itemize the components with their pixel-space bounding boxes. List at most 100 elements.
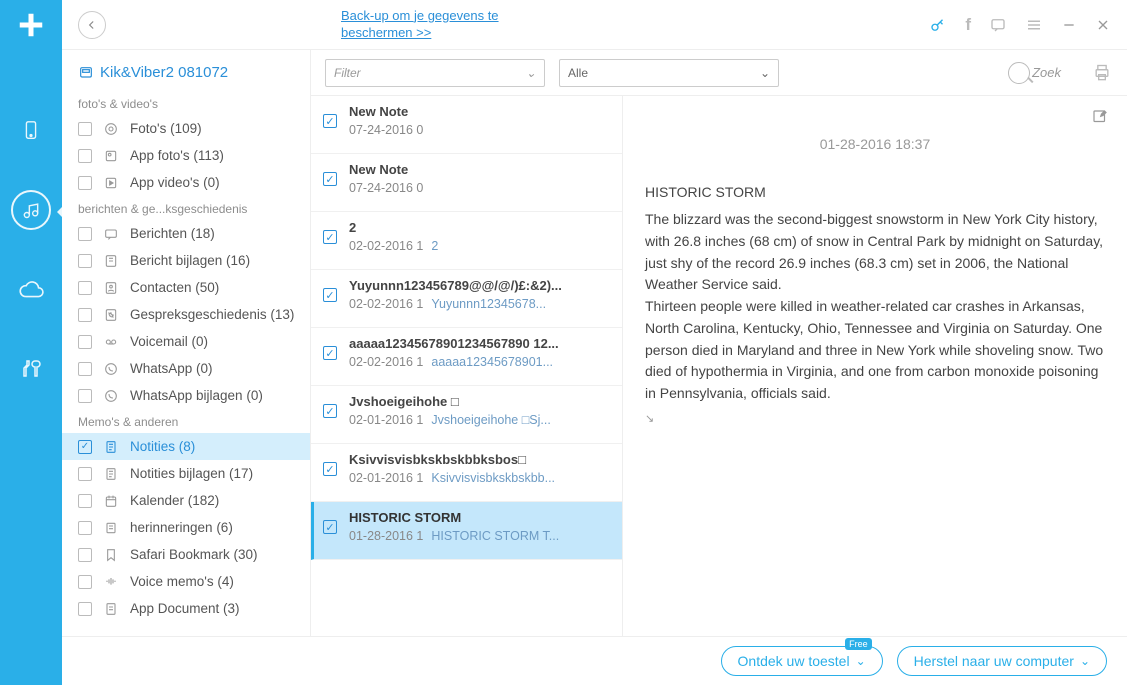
chevron-down-icon: ⌄ — [1080, 654, 1090, 668]
checkbox[interactable] — [78, 254, 92, 268]
sidebar-item[interactable]: herinneringen (6) — [62, 514, 310, 541]
checkbox[interactable]: ✓ — [78, 440, 92, 454]
note-row[interactable]: ✓Yuyunnn123456789@@/@/)£:&2)...02-02-201… — [311, 270, 622, 328]
search-input[interactable]: Zoek — [1008, 62, 1061, 84]
sidebar-item-label: Gespreksgeschiedenis (13) — [130, 307, 294, 322]
note-meta: 02-02-2016 12 — [349, 239, 614, 253]
rail-tools-icon[interactable] — [11, 350, 51, 390]
search-icon — [1008, 62, 1030, 84]
note-row[interactable]: ✓New Note07-24-2016 0 — [311, 154, 622, 212]
backup-link[interactable]: Back-up om je gegevens te beschermen >> — [341, 8, 511, 42]
checkbox[interactable] — [78, 149, 92, 163]
checkbox[interactable]: ✓ — [323, 288, 337, 302]
note-title: New Note — [349, 162, 614, 177]
sidebar-item[interactable]: Gespreksgeschiedenis (13) — [62, 301, 310, 328]
feedback-icon[interactable] — [989, 16, 1007, 34]
checkbox[interactable] — [78, 308, 92, 322]
sidebar-item[interactable]: Bericht bijlagen (16) — [62, 247, 310, 274]
note-row[interactable]: ✓aaaaa12345678901234567890 12...02-02-20… — [311, 328, 622, 386]
checkbox[interactable] — [78, 281, 92, 295]
checkbox[interactable]: ✓ — [323, 520, 337, 534]
checkbox[interactable] — [78, 575, 92, 589]
checkbox[interactable] — [78, 602, 92, 616]
left-rail — [0, 0, 62, 685]
sidebar-item[interactable]: WhatsApp bijlagen (0) — [62, 382, 310, 409]
sidebar-item[interactable]: Foto's (109) — [62, 115, 310, 142]
sidebar-item[interactable]: Notities bijlagen (17) — [62, 460, 310, 487]
sidebar-group-label: Memo's & anderen — [62, 409, 310, 433]
facebook-icon[interactable]: f — [965, 15, 971, 35]
note-meta: 01-28-2016 1HISTORIC STORM T... — [349, 529, 614, 543]
print-icon[interactable] — [1091, 62, 1113, 84]
note-row[interactable]: ✓Ksivvisvisbkskbskbbksbos□02-01-2016 1Ks… — [311, 444, 622, 502]
minimize-icon[interactable] — [1061, 17, 1077, 33]
checkbox[interactable]: ✓ — [323, 404, 337, 418]
sidebar-item[interactable]: App video's (0) — [62, 169, 310, 196]
sidebar-title: Kik&Viber2 081072 — [62, 60, 310, 91]
rail-music-icon[interactable] — [11, 190, 51, 230]
chevron-down-icon: ⌄ — [526, 66, 536, 80]
voice-icon — [102, 573, 120, 591]
checkbox[interactable]: ✓ — [323, 462, 337, 476]
checkbox[interactable]: ✓ — [323, 172, 337, 186]
footer: Free Ontdek uw toestel ⌄ Herstel naar uw… — [62, 636, 1127, 685]
close-icon[interactable] — [1095, 17, 1111, 33]
notes-list: ✓New Note07-24-2016 0✓New Note07-24-2016… — [311, 96, 623, 636]
checkbox[interactable]: ✓ — [323, 346, 337, 360]
sidebar-item[interactable]: Voice memo's (4) — [62, 568, 310, 595]
sidebar-item[interactable]: Safari Bookmark (30) — [62, 541, 310, 568]
checkbox[interactable] — [78, 122, 92, 136]
note-meta: 07-24-2016 0 — [349, 123, 614, 137]
all-dropdown[interactable]: Alle ⌄ — [559, 59, 779, 87]
checkbox[interactable] — [78, 521, 92, 535]
contact-icon — [102, 279, 120, 297]
note-row[interactable]: ✓New Note07-24-2016 0 — [311, 96, 622, 154]
sidebar-item-label: Berichten (18) — [130, 226, 215, 241]
checkbox[interactable] — [78, 467, 92, 481]
sidebar-item[interactable]: App foto's (113) — [62, 142, 310, 169]
sidebar-item[interactable]: Contacten (50) — [62, 274, 310, 301]
sidebar-item[interactable]: Kalender (182) — [62, 487, 310, 514]
checkbox[interactable] — [78, 362, 92, 376]
sidebar-item-label: App Document (3) — [130, 601, 240, 616]
note-row[interactable]: ✓HISTORIC STORM01-28-2016 1HISTORIC STOR… — [311, 502, 622, 560]
rail-device-icon[interactable] — [11, 110, 51, 150]
checkbox[interactable] — [78, 227, 92, 241]
checkbox[interactable] — [78, 389, 92, 403]
whatsapp-icon — [102, 387, 120, 405]
sidebar-item[interactable]: Voicemail (0) — [62, 328, 310, 355]
sidebar-item[interactable]: App Document (3) — [62, 595, 310, 622]
checkbox[interactable] — [78, 548, 92, 562]
topbar: Back-up om je gegevens te beschermen >> … — [62, 0, 1127, 50]
discover-device-button[interactable]: Free Ontdek uw toestel ⌄ — [721, 646, 883, 676]
checkbox[interactable] — [78, 494, 92, 508]
sidebar-item-label: herinneringen (6) — [130, 520, 233, 535]
filter-dropdown[interactable]: Filter ⌄ — [325, 59, 545, 87]
note-title: 2 — [349, 220, 614, 235]
sidebar-item[interactable]: WhatsApp (0) — [62, 355, 310, 382]
sidebar-item[interactable]: ✓Notities (8) — [62, 433, 310, 460]
reminder-icon — [102, 519, 120, 537]
note-paragraph: The blizzard was the second-biggest snow… — [645, 209, 1105, 296]
sidebar-item-label: WhatsApp bijlagen (0) — [130, 388, 263, 403]
sidebar-item[interactable]: Berichten (18) — [62, 220, 310, 247]
checkbox[interactable] — [78, 335, 92, 349]
rail-cloud-icon[interactable] — [11, 270, 51, 310]
checkbox[interactable] — [78, 176, 92, 190]
note-title: Yuyunnn123456789@@/@/)£:&2)... — [349, 278, 614, 293]
back-button[interactable] — [78, 11, 106, 39]
video-icon — [102, 174, 120, 192]
checkbox[interactable]: ✓ — [323, 114, 337, 128]
edit-icon[interactable] — [1091, 108, 1109, 126]
menu-icon[interactable] — [1025, 16, 1043, 34]
main-area: Filter ⌄ Alle ⌄ Zoek ✓New Note07-24-2016… — [311, 50, 1127, 636]
msg-icon — [102, 225, 120, 243]
note-row[interactable]: ✓Jvshoeigeihohe □02-01-2016 1Jvshoeigeih… — [311, 386, 622, 444]
note-row[interactable]: ✓ 2 02-02-2016 12 — [311, 212, 622, 270]
key-icon[interactable] — [929, 16, 947, 34]
filter-bar: Filter ⌄ Alle ⌄ Zoek — [311, 50, 1127, 96]
restore-computer-button[interactable]: Herstel naar uw computer ⌄ — [897, 646, 1107, 676]
note-arrow: ↘ — [645, 411, 1105, 428]
checkbox[interactable]: ✓ — [323, 230, 337, 244]
sidebar-item-label: Foto's (109) — [130, 121, 202, 136]
